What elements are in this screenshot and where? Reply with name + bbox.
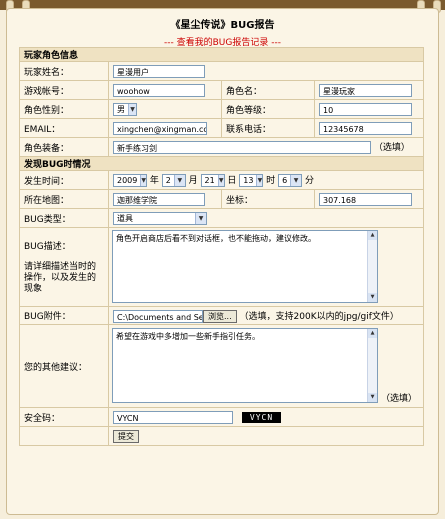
captcha-image: VYCN [241, 411, 282, 423]
month-select[interactable]: 2 ▼ [161, 174, 186, 187]
month-unit: 月 [188, 176, 198, 186]
suggest-textarea[interactable]: 希望在游戏中多增加一些新手指引任务。 ▲ ▼ [112, 328, 378, 403]
map-label: 所在地图： [19, 189, 109, 209]
scrollbar[interactable]: ▲ ▼ [367, 329, 377, 402]
security-code-label: 安全码： [19, 407, 109, 427]
equip-input[interactable]: 新手练习剑 [113, 141, 371, 154]
year-select[interactable]: 2009 ▼ [113, 174, 147, 187]
chevron-down-icon: ▼ [290, 175, 302, 186]
bug-report-form: 玩家角色信息 玩家姓名： 星漫用户 游戏帐号： woohow 角色名： 星漫玩家… [18, 47, 425, 446]
section-bug-info: 发现BUG时情况 [18, 156, 425, 171]
day-unit: 日 [227, 176, 237, 186]
level-label: 角色等级： [221, 99, 315, 119]
scroll-down-icon[interactable]: ▼ [368, 393, 377, 402]
gender-label: 角色性别： [19, 99, 109, 119]
submit-button[interactable]: 提交 [113, 429, 139, 443]
level-input[interactable]: 10 [319, 102, 412, 116]
equip-label: 角色装备： [19, 137, 109, 157]
coord-input[interactable]: 307.168 [319, 192, 412, 206]
chevron-down-icon: ▼ [140, 175, 146, 186]
minute-unit: 分 [304, 176, 314, 186]
scroll-down-icon[interactable]: ▼ [368, 293, 377, 302]
hour-unit: 时 [266, 176, 276, 186]
phone-label: 联系电话： [221, 118, 315, 138]
day-select[interactable]: 21 ▼ [200, 174, 225, 187]
phone-input[interactable]: 12345678 [319, 121, 412, 135]
chevron-down-icon: ▼ [217, 175, 224, 186]
bug-desc-hint: 请详细描述当时的操作，以及发生的现象 [24, 262, 97, 294]
scroll-up-icon[interactable]: ▲ [368, 329, 377, 338]
suggest-optional-note: （选填） [381, 394, 418, 404]
attach-input[interactable]: C:\Documents and Sett [113, 309, 203, 323]
coord-label: 坐标： [221, 189, 315, 209]
attach-hint: （选填，支持200K以内的jpg/gif文件） [239, 311, 399, 322]
account-input[interactable]: woohow [113, 83, 205, 97]
page-title: 《星尘传说》BUG报告 [170, 20, 275, 31]
attach-label: BUG附件： [19, 306, 109, 325]
browse-button[interactable]: 浏览... [203, 309, 237, 323]
account-label: 游戏帐号： [19, 80, 109, 100]
map-input[interactable]: 迦那维学院 [113, 192, 205, 206]
chevron-down-icon: ▼ [195, 212, 206, 224]
hour-select[interactable]: 13 ▼ [239, 174, 264, 187]
section-player-info: 玩家角色信息 [18, 47, 425, 62]
role-name-input[interactable]: 星漫玩家 [319, 83, 412, 97]
bug-type-select[interactable]: 道具 ▼ [113, 211, 207, 225]
email-label: EMAIL： [19, 118, 109, 138]
email-input[interactable]: xingchen@xingman.com [113, 121, 207, 135]
bug-desc-textarea[interactable]: 角色开启商店后看不到对话框，也不能拖动，建议修改。 ▲ ▼ [112, 230, 378, 303]
equip-optional-note: （选填） [373, 143, 410, 153]
bug-type-label: BUG类型： [19, 208, 109, 228]
chevron-down-icon: ▼ [128, 103, 136, 115]
player-name-input[interactable]: 星漫用户 [113, 64, 205, 78]
chevron-down-icon: ▼ [256, 175, 263, 186]
year-unit: 年 [149, 176, 159, 186]
security-code-input[interactable]: VYCN [113, 410, 233, 424]
scroll-up-icon[interactable]: ▲ [368, 231, 377, 240]
player-name-label: 玩家姓名： [19, 61, 109, 81]
bug-desc-label: BUG描述： [24, 242, 71, 252]
role-name-label: 角色名： [221, 80, 315, 100]
gender-select[interactable]: 男 ▼ [113, 102, 137, 116]
time-label: 发生时间： [19, 170, 109, 190]
scrollbar[interactable]: ▲ ▼ [367, 231, 377, 302]
chevron-down-icon: ▼ [173, 175, 185, 186]
suggest-label: 您的其他建议： [19, 324, 109, 408]
minute-select[interactable]: 6 ▼ [278, 174, 303, 187]
